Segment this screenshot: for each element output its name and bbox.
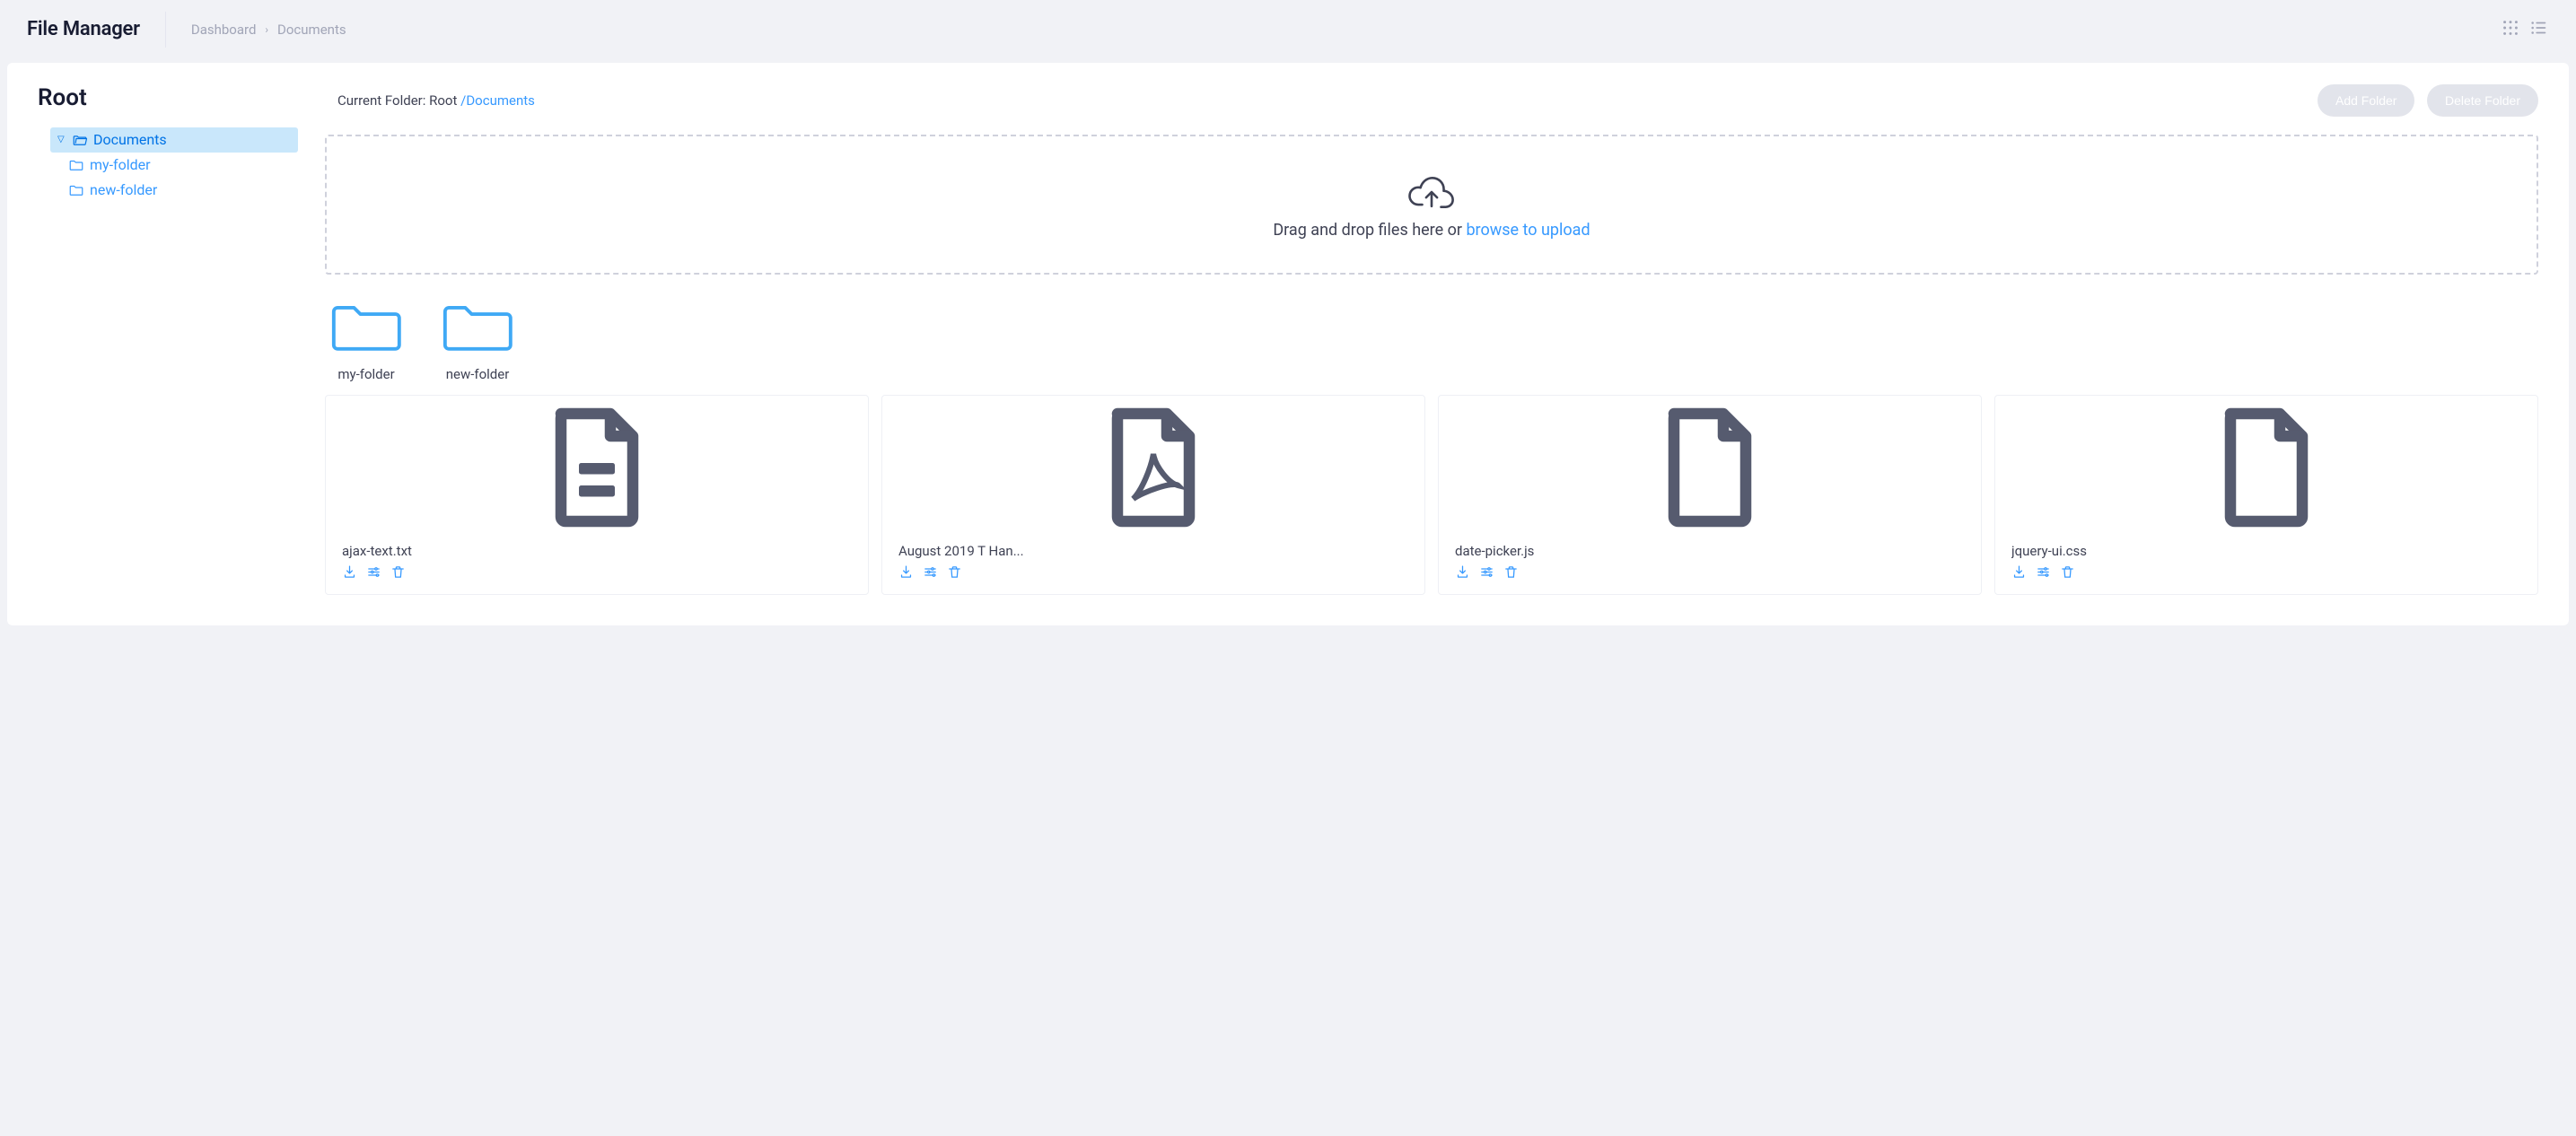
app-title: File Manager bbox=[27, 12, 166, 48]
dropzone-text-static: Drag and drop files here or bbox=[1273, 221, 1466, 240]
dropzone-text: Drag and drop files here or browse to up… bbox=[1273, 221, 1590, 240]
folder-icon bbox=[68, 157, 84, 173]
settings-icon[interactable] bbox=[923, 564, 938, 580]
dropzone[interactable]: Drag and drop files here or browse to up… bbox=[325, 135, 2538, 275]
delete-folder-button[interactable]: Delete Folder bbox=[2427, 84, 2538, 117]
file-card[interactable]: jquery-ui.css bbox=[1994, 395, 2538, 595]
download-icon[interactable] bbox=[898, 564, 914, 580]
file-pdf-icon bbox=[1100, 405, 1207, 530]
trash-icon[interactable] bbox=[1503, 564, 1519, 580]
folder-tile-my-folder[interactable]: my-folder bbox=[329, 298, 404, 382]
folder-tile-new-folder[interactable]: new-folder bbox=[440, 298, 515, 382]
browse-upload-link[interactable]: browse to upload bbox=[1466, 221, 1590, 240]
content-card: Root ▽ Documents my-folder bbox=[7, 63, 2569, 625]
folder-name: my-folder bbox=[329, 366, 404, 382]
tree-node-new-folder[interactable]: new-folder bbox=[68, 178, 298, 203]
file-name: jquery-ui.css bbox=[2011, 543, 2521, 559]
main-panel: Current Folder: Root /Documents Add Fold… bbox=[325, 84, 2538, 595]
tree-node-label: my-folder bbox=[90, 155, 151, 175]
chevron-right-icon: › bbox=[265, 23, 268, 36]
caret-down-icon: ▽ bbox=[57, 130, 66, 150]
settings-icon[interactable] bbox=[1479, 564, 1494, 580]
trash-icon[interactable] bbox=[947, 564, 962, 580]
breadcrumb-link-dashboard[interactable]: Dashboard bbox=[191, 22, 257, 38]
download-icon[interactable] bbox=[342, 564, 357, 580]
path-link-documents[interactable]: Documents bbox=[466, 92, 535, 109]
folder-open-icon bbox=[72, 132, 88, 148]
grid-view-button[interactable] bbox=[2501, 18, 2520, 41]
list-view-button[interactable] bbox=[2529, 18, 2549, 41]
folder-row: my-folder new-folder bbox=[325, 298, 2538, 382]
cloud-upload-icon bbox=[1406, 170, 1457, 214]
tree-node-documents[interactable]: ▽ Documents bbox=[50, 127, 298, 153]
file-name: August 2019 T Han... bbox=[898, 543, 1408, 559]
add-folder-button[interactable]: Add Folder bbox=[2318, 84, 2414, 117]
tree-node-my-folder[interactable]: my-folder bbox=[68, 153, 298, 178]
folder-icon bbox=[440, 298, 515, 354]
file-grid: ajax-text.txt August 2019 T Han... bbox=[325, 395, 2538, 595]
path-prefix: Current Folder: Root bbox=[337, 92, 460, 109]
file-name: ajax-text.txt bbox=[342, 543, 852, 559]
breadcrumb-current: Documents bbox=[277, 22, 346, 38]
trash-icon[interactable] bbox=[2060, 564, 2075, 580]
file-text-icon bbox=[543, 405, 651, 530]
tree-node-label: Documents bbox=[93, 130, 167, 150]
trash-icon[interactable] bbox=[390, 564, 406, 580]
file-icon bbox=[1656, 405, 1764, 530]
topbar: File Manager Dashboard › Documents bbox=[0, 0, 2576, 59]
folder-icon bbox=[68, 182, 84, 198]
breadcrumb: Dashboard › Documents bbox=[191, 22, 346, 38]
folder-name: new-folder bbox=[440, 366, 515, 382]
file-card[interactable]: August 2019 T Han... bbox=[881, 395, 1425, 595]
folder-icon bbox=[329, 298, 404, 354]
file-icon bbox=[2212, 405, 2320, 530]
folder-tree-panel: Root ▽ Documents my-folder bbox=[38, 84, 298, 595]
settings-icon[interactable] bbox=[366, 564, 381, 580]
file-card[interactable]: ajax-text.txt bbox=[325, 395, 869, 595]
tree-root-title: Root bbox=[38, 84, 298, 111]
file-name: date-picker.js bbox=[1455, 543, 1965, 559]
current-path: Current Folder: Root /Documents bbox=[325, 92, 535, 109]
file-card[interactable]: date-picker.js bbox=[1438, 395, 1982, 595]
settings-icon[interactable] bbox=[2036, 564, 2051, 580]
download-icon[interactable] bbox=[1455, 564, 1470, 580]
download-icon[interactable] bbox=[2011, 564, 2027, 580]
tree-node-label: new-folder bbox=[90, 180, 157, 200]
